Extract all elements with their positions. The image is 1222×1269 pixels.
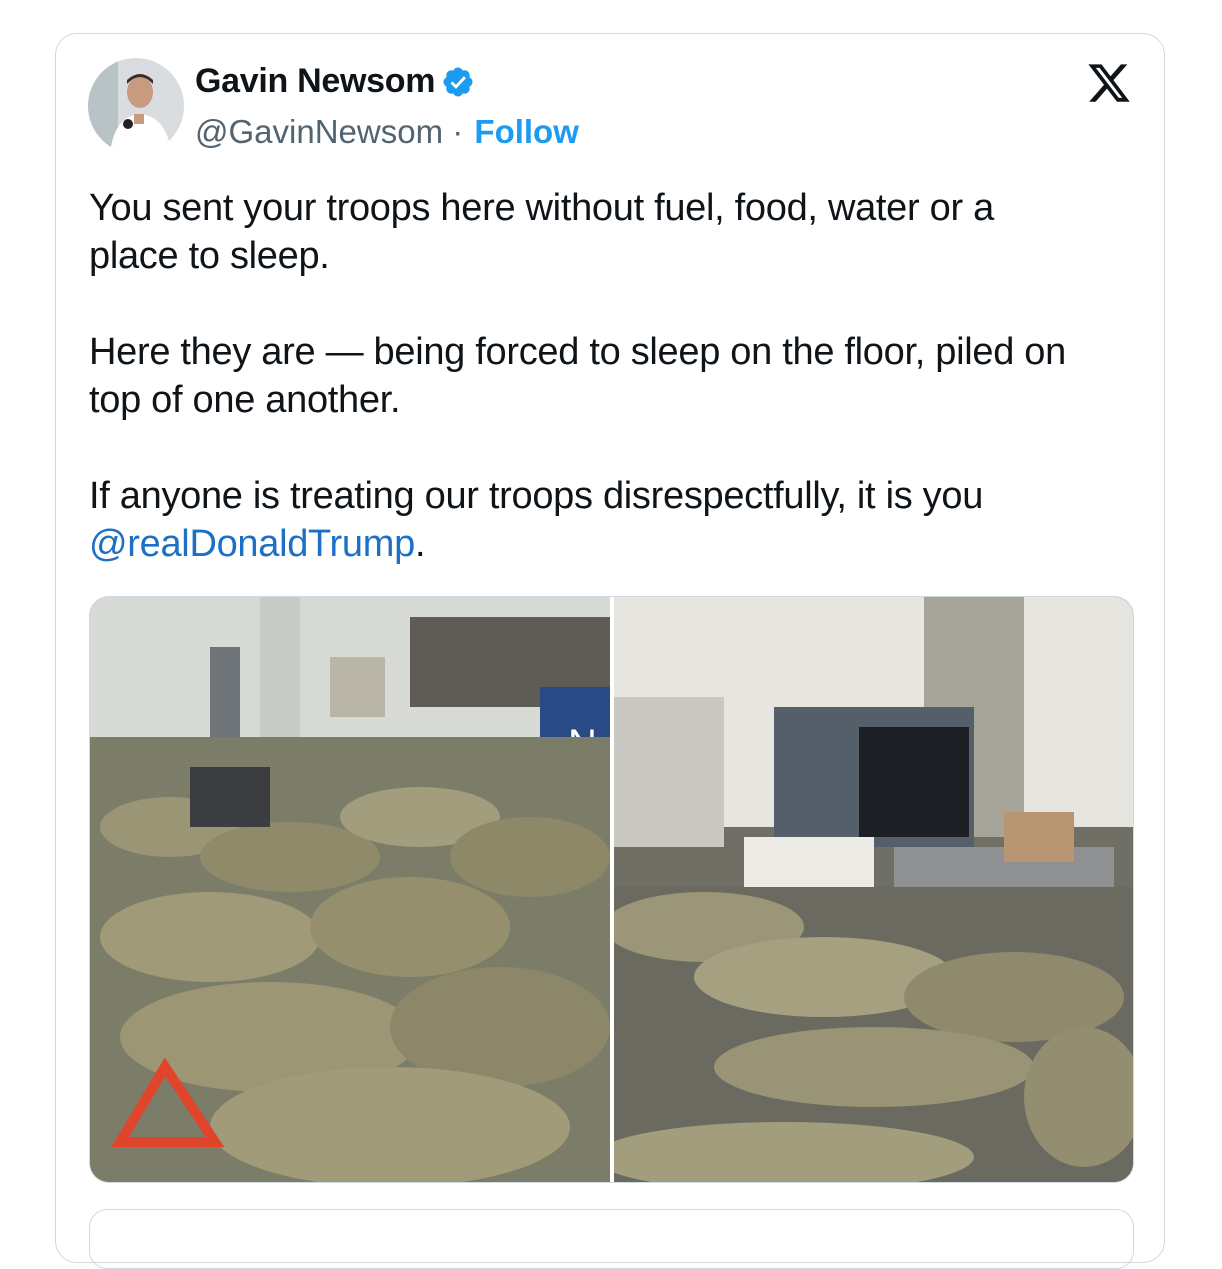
author-name-row: Gavin Newsom — [195, 62, 475, 101]
author-handle[interactable]: @GavinNewsom — [195, 113, 443, 151]
tweet-text: You sent your troops here without fuel, … — [89, 184, 1149, 568]
media-grid: N — [89, 596, 1134, 1183]
tweet-footer-box — [89, 1209, 1134, 1269]
verified-badge-icon — [443, 66, 473, 97]
handle-row: @GavinNewsom · Follow — [195, 113, 579, 151]
follow-button[interactable]: Follow — [474, 113, 578, 151]
photo-troops-checkpoint[interactable] — [614, 597, 1133, 1182]
photo-troops-hallway[interactable]: N — [90, 597, 610, 1182]
tweet-paragraph-1: You sent your troops here without fuel, … — [89, 187, 994, 277]
tweet-paragraph-3-end: . — [414, 523, 426, 565]
tweet-paragraph-3: If anyone is treating our troops disresp… — [89, 475, 984, 517]
x-logo-icon[interactable] — [1086, 60, 1132, 106]
mention-link[interactable]: @realDonaldTrump — [89, 523, 415, 565]
tweet-paragraph-2: Here they are — being forced to sleep on… — [89, 331, 1066, 421]
separator-dot: · — [443, 113, 473, 150]
author-name[interactable]: Gavin Newsom — [195, 62, 435, 101]
avatar[interactable] — [88, 58, 184, 154]
